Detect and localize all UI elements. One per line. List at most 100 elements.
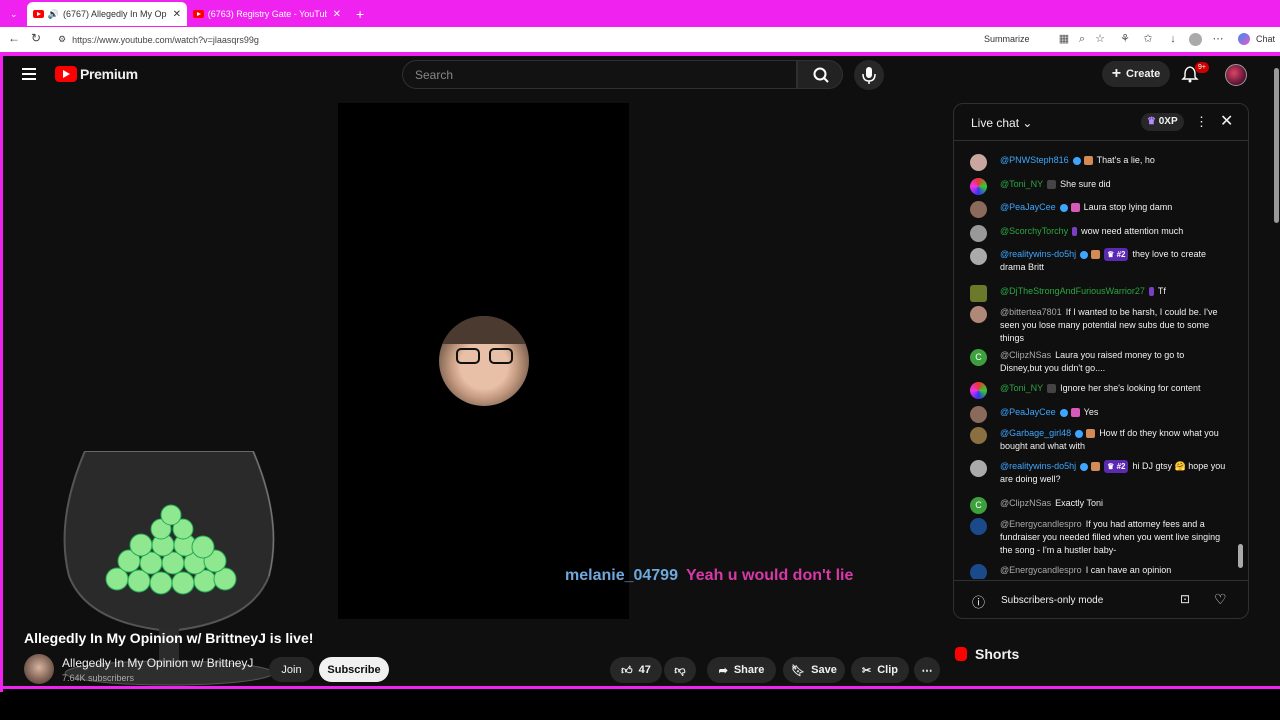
- chat-message: @PeaJayCee Laura stop lying damn: [970, 201, 1226, 218]
- chat-button[interactable]: Chat: [1256, 34, 1275, 44]
- chat-author[interactable]: @Toni_NY: [1000, 383, 1043, 393]
- account-avatar[interactable]: [1225, 64, 1247, 86]
- user-avatar[interactable]: [970, 225, 987, 242]
- chat-message: @ScorchyTorchy wow need attention much: [970, 225, 1226, 242]
- search-button[interactable]: [797, 60, 843, 89]
- user-avatar[interactable]: [970, 518, 987, 535]
- chat-author[interactable]: @Energycandlespro: [1000, 565, 1082, 575]
- profile-icon[interactable]: [1189, 33, 1202, 46]
- page-scrollbar[interactable]: [1273, 56, 1280, 686]
- chat-author[interactable]: @realitywins-do5hj: [1000, 249, 1076, 259]
- more-icon: ⋯: [921, 664, 933, 677]
- save-button[interactable]: 🔖︎ Save: [783, 657, 845, 683]
- close-chat-icon[interactable]: ✕: [1220, 111, 1233, 131]
- dislike-button[interactable]: 👎︎: [664, 657, 696, 683]
- chat-author[interactable]: @ClipzNSas: [1000, 350, 1051, 360]
- member-badge-icon: [1091, 462, 1101, 472]
- tab-title: (6767) Allegedly In My Opinio: [62, 9, 167, 19]
- verified-icon: [1080, 462, 1089, 471]
- user-avatar[interactable]: [970, 382, 987, 399]
- tab-inactive[interactable]: (6763) Registry Gate - YouTube ✕: [187, 2, 347, 26]
- user-avatar[interactable]: C: [970, 349, 987, 366]
- url-field[interactable]: ⚙ https://www.youtube.com/watch?v=jlaasq…: [52, 30, 1102, 49]
- subscribe-button[interactable]: Subscribe: [319, 657, 389, 682]
- site-info-icon[interactable]: ⚙: [58, 34, 66, 45]
- chat-message: @Toni_NY Ignore her she's looking for con…: [970, 382, 1226, 399]
- tab-active[interactable]: 🔊 (6767) Allegedly In My Opinio ✕: [27, 2, 187, 26]
- user-avatar[interactable]: [970, 460, 987, 477]
- scissors-icon: ✂: [862, 664, 872, 677]
- user-avatar[interactable]: [970, 248, 987, 265]
- user-avatar[interactable]: [970, 178, 987, 195]
- heart-icon[interactable]: ♡: [1214, 591, 1227, 608]
- zoom-icon[interactable]: ⌕: [1076, 33, 1088, 45]
- chat-author[interactable]: @PeaJayCee: [1000, 202, 1056, 212]
- menu-icon[interactable]: [22, 68, 36, 80]
- summarize-button[interactable]: Summarize: [984, 34, 1030, 44]
- member-badge-icon: [1070, 203, 1080, 213]
- chat-author[interactable]: @Energycandlespro: [1000, 519, 1082, 529]
- more-actions-button[interactable]: ⋯: [914, 657, 940, 683]
- chat-author[interactable]: @Garbage_girl48: [1000, 428, 1071, 438]
- extension-icon[interactable]: ▦: [1058, 33, 1070, 45]
- chat-author[interactable]: @DjTheStrongAndFuriousWarrior27: [1000, 286, 1145, 296]
- chat-message: @Energycandlespro I can have an opinion: [970, 564, 1226, 579]
- tab-list-button[interactable]: ⌄: [4, 2, 24, 26]
- refresh-icon[interactable]: ↻: [31, 31, 41, 45]
- voice-search-button[interactable]: [854, 60, 884, 90]
- info-icon[interactable]: ⓘ: [972, 592, 985, 611]
- chat-author[interactable]: @PeaJayCee: [1000, 407, 1056, 417]
- xp-badge[interactable]: ♛ 0XP: [1141, 113, 1184, 131]
- live-chat-panel: Live chat ⌄ ♛ 0XP ⋮ ✕ @PNWSteph816 That's…: [953, 103, 1249, 619]
- more-icon[interactable]: ⋯: [1212, 33, 1224, 45]
- favorites-icon[interactable]: ✩: [1142, 33, 1154, 45]
- video-player[interactable]: [338, 103, 629, 619]
- chat-text: That's a lie, ho: [1096, 155, 1155, 165]
- channel-name[interactable]: Allegedly In My Opinion w/ BrittneyJ: [62, 656, 253, 670]
- brandy-glass-overlay: [63, 451, 275, 686]
- streamer-facecam: [439, 316, 529, 406]
- chat-text: Ignore her she's looking for content: [1060, 383, 1201, 393]
- share-button[interactable]: ➦ Share: [707, 657, 776, 683]
- chat-author[interactable]: @realitywins-do5hj: [1000, 461, 1076, 471]
- like-button[interactable]: 👍︎ 47: [610, 657, 662, 683]
- member-badge-icon: [1148, 287, 1154, 297]
- user-avatar[interactable]: [970, 306, 987, 323]
- verified-icon: [1080, 250, 1089, 259]
- chat-author[interactable]: @ScorchyTorchy: [1000, 226, 1068, 236]
- favorite-icon[interactable]: ☆: [1094, 33, 1106, 45]
- chat-mode-selector[interactable]: Live chat ⌄: [971, 116, 1032, 130]
- create-button[interactable]: + Create: [1102, 61, 1170, 87]
- back-icon[interactable]: ←: [8, 31, 20, 45]
- chat-scrollbar[interactable]: [1238, 149, 1243, 569]
- copilot-icon[interactable]: [1238, 33, 1250, 45]
- chat-author[interactable]: @ClipzNSas: [1000, 498, 1051, 508]
- chat-message-overlay: melanie_04799 Yeah u would don't lie: [565, 567, 853, 585]
- user-avatar[interactable]: [970, 285, 987, 302]
- user-avatar[interactable]: C: [970, 497, 987, 514]
- like-count: 47: [638, 664, 651, 676]
- super-chat-icon[interactable]: ⊡: [1180, 592, 1190, 606]
- new-tab-button[interactable]: +: [350, 2, 370, 26]
- user-avatar[interactable]: [970, 564, 987, 579]
- join-button[interactable]: Join: [269, 657, 314, 682]
- microphone-icon: [862, 67, 876, 84]
- chat-author[interactable]: @bittertea7801: [1000, 307, 1062, 317]
- chat-author[interactable]: @Toni_NY: [1000, 179, 1043, 189]
- clip-button[interactable]: ✂ Clip: [851, 657, 909, 683]
- close-tab-icon[interactable]: ✕: [173, 9, 181, 20]
- close-tab-icon[interactable]: ✕: [333, 9, 341, 20]
- downloads-icon[interactable]: ↓: [1167, 33, 1179, 45]
- chat-author[interactable]: @PNWSteph816: [1000, 155, 1069, 165]
- chat-menu-icon[interactable]: ⋮: [1195, 114, 1208, 130]
- search-input[interactable]: Search: [402, 60, 797, 89]
- user-avatar[interactable]: [970, 154, 987, 171]
- shorts-section-header: Shorts: [955, 646, 1019, 662]
- extensions-icon[interactable]: ⚘: [1119, 33, 1131, 45]
- user-avatar[interactable]: [970, 427, 987, 444]
- channel-avatar[interactable]: [24, 654, 54, 684]
- chat-message: @DjTheStrongAndFuriousWarrior27 Tf: [970, 285, 1226, 302]
- user-avatar[interactable]: [970, 406, 987, 423]
- youtube-logo[interactable]: Premium: [55, 66, 138, 82]
- user-avatar[interactable]: [970, 201, 987, 218]
